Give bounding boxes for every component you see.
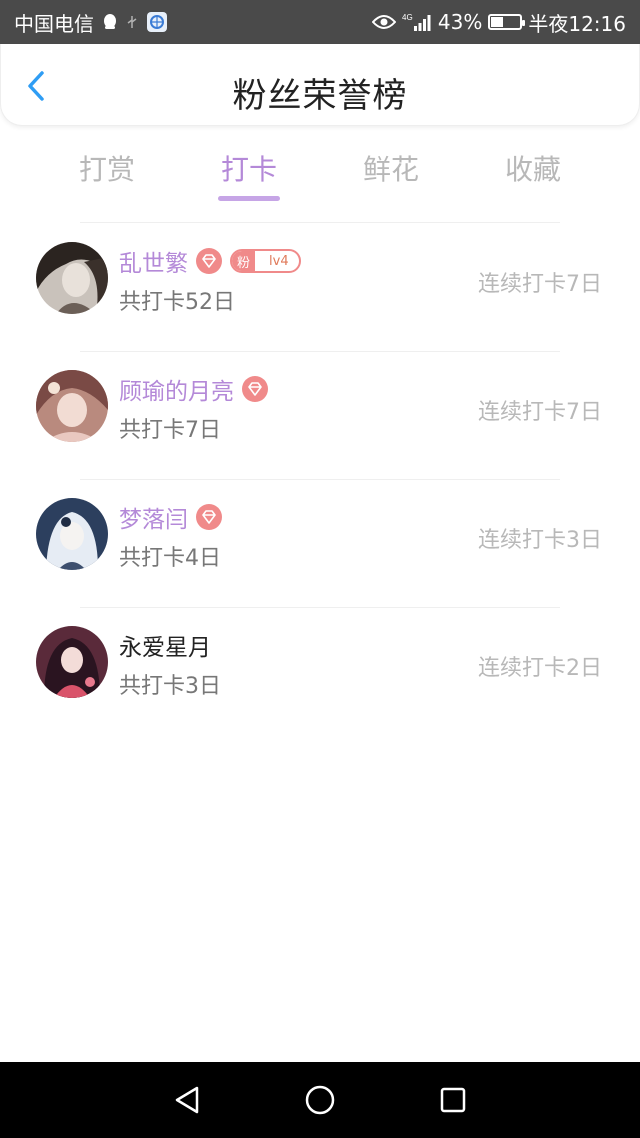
total-checkins: 共打卡52日: [119, 290, 235, 315]
user-name[interactable]: 乱世繁 粉 lv4: [119, 244, 301, 278]
avatar[interactable]: [36, 626, 108, 698]
streak-checkins: 连续打卡7日: [478, 272, 602, 297]
page-title: 粉丝荣誉榜: [232, 76, 408, 116]
streak-checkins: 连续打卡7日: [478, 400, 602, 425]
user-name-text: 顾瑜的月亮: [119, 379, 234, 405]
user-name[interactable]: 顾瑜的月亮: [119, 372, 268, 406]
system-nav-bar: [0, 1062, 640, 1138]
signal-icon: 4G: [402, 12, 432, 32]
tab-reward[interactable]: 打赏: [36, 140, 178, 210]
circle-home-icon: [305, 1085, 335, 1115]
total-checkins: 共打卡7日: [119, 418, 221, 443]
user-name-text: 永爱星月: [119, 635, 211, 661]
user-name-text: 乱世繁: [119, 251, 188, 277]
user-name-text: 梦落闫: [119, 507, 188, 533]
header-bar: 粉丝荣誉榜: [0, 44, 640, 126]
nav-recent-button[interactable]: [433, 1080, 473, 1120]
tab-label: 打卡: [220, 153, 277, 186]
fan-level-badge: 粉 lv4: [230, 249, 301, 273]
total-checkins: 共打卡3日: [119, 674, 221, 699]
tab-favorites[interactable]: 收藏: [462, 140, 604, 210]
total-checkins: 共打卡4日: [119, 546, 221, 571]
nav-back-button[interactable]: [167, 1080, 207, 1120]
carrier-text: 中国电信: [14, 11, 94, 36]
diamond-icon: [196, 504, 222, 530]
avatar[interactable]: [36, 498, 108, 570]
user-name[interactable]: 梦落闫: [119, 500, 222, 534]
streak-checkins: 连续打卡3日: [478, 528, 602, 553]
list-item[interactable]: 乱世繁 粉 lv4 共打卡52日 连续打卡7日: [0, 224, 640, 352]
streak-checkins: 连续打卡2日: [478, 656, 602, 681]
tab-checkin[interactable]: 打卡: [178, 140, 320, 210]
triangle-back-icon: [175, 1086, 198, 1114]
fan-badge-level: lv4: [269, 253, 289, 269]
network-type-text: 4G: [402, 13, 413, 22]
tab-flowers[interactable]: 鲜花: [320, 140, 462, 210]
fan-list: 乱世繁 粉 lv4 共打卡52日 连续打卡7日 顾瑜的月亮 共打卡7日 连续打卡…: [0, 224, 640, 736]
tab-active-indicator: [218, 196, 280, 201]
clock-text: 半夜12:16: [528, 11, 626, 36]
fan-badge-label: 粉: [232, 251, 256, 271]
tab-bar: 打赏 打卡 鲜花 收藏: [36, 140, 604, 210]
diamond-icon: [242, 376, 268, 402]
list-item[interactable]: 顾瑜的月亮 共打卡7日 连续打卡7日: [0, 352, 640, 480]
status-bar: 中国电信 4G 43% 半夜12:16: [0, 0, 640, 44]
battery-level: [491, 17, 504, 27]
battery-icon: [488, 14, 526, 30]
diamond-icon: [196, 248, 222, 274]
tab-label: 打赏: [78, 153, 135, 186]
nav-home-button[interactable]: [300, 1080, 340, 1120]
tab-label: 收藏: [504, 153, 561, 186]
tab-label: 鲜花: [362, 153, 419, 186]
avatar[interactable]: [36, 242, 108, 314]
divider: [80, 222, 560, 223]
square-recent-icon: [441, 1087, 466, 1113]
qq-icon: [102, 13, 118, 31]
browser-app-icon: [146, 11, 168, 33]
eye-icon: [371, 14, 396, 30]
battery-percent: 43%: [437, 10, 483, 34]
avatar[interactable]: [36, 370, 108, 442]
usb-icon: [126, 15, 138, 29]
list-item[interactable]: 梦落闫 共打卡4日 连续打卡3日: [0, 480, 640, 608]
list-item[interactable]: 永爱星月 共打卡3日 连续打卡2日: [0, 608, 640, 736]
user-name[interactable]: 永爱星月: [119, 628, 211, 662]
